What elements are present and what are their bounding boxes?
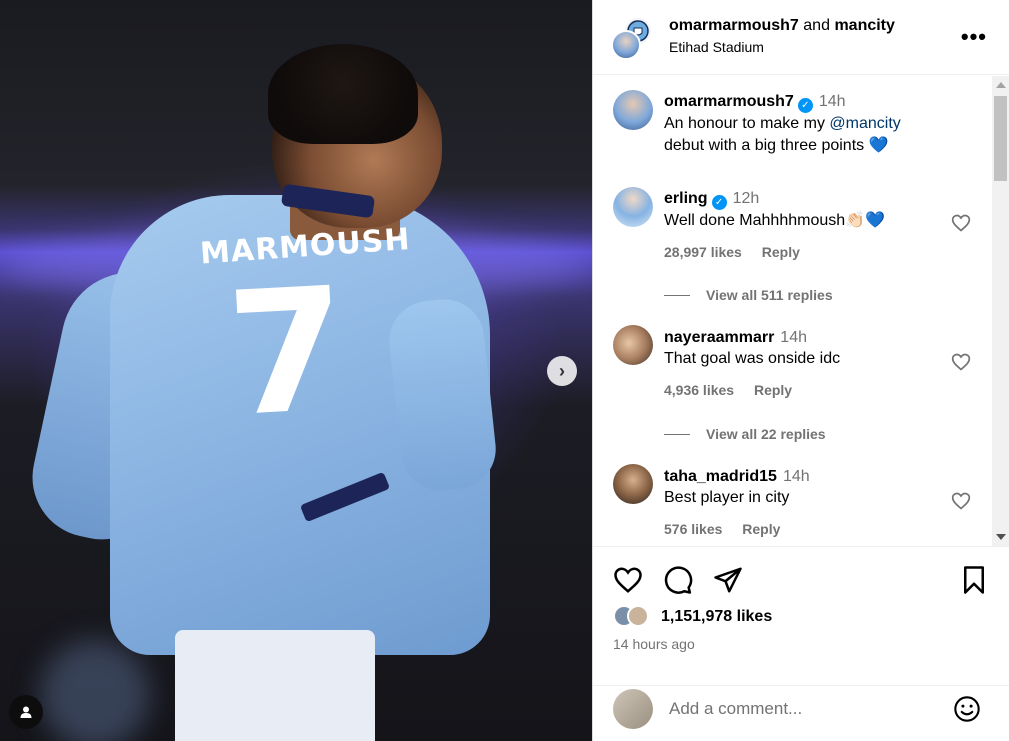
liker-avatar <box>627 605 649 627</box>
current-user-avatar <box>613 689 653 729</box>
comments-scrollbar[interactable] <box>992 76 1009 546</box>
comment-likes[interactable]: 576 likes <box>664 521 722 537</box>
scroll-down-icon[interactable] <box>996 534 1006 540</box>
post-image[interactable]: MARMOUSH 7 › <box>0 0 592 741</box>
comment-likes[interactable]: 4,936 likes <box>664 382 734 398</box>
carousel-next-button[interactable]: › <box>547 356 577 386</box>
comments-section: omarmarmoush7 ✓ 14h An honour to make my @… <box>593 76 1009 546</box>
player-shorts <box>175 630 375 741</box>
comment-icon[interactable] <box>663 565 693 595</box>
comment-likes[interactable]: 28,997 likes <box>664 244 742 260</box>
post-panel: omarmarmoush7 and mancity Etihad Stadium… <box>592 0 1009 741</box>
divider-line <box>664 433 690 435</box>
like-icon[interactable] <box>613 565 643 595</box>
view-replies-label: View all 511 replies <box>706 287 833 303</box>
posted-time[interactable]: 14 hours ago <box>613 636 695 652</box>
comment-avatar[interactable] <box>613 464 653 504</box>
comment-time[interactable]: 14h <box>783 468 810 485</box>
caption-avatar[interactable] <box>613 90 653 130</box>
reply-button[interactable]: Reply <box>762 244 800 260</box>
jersey-number: 7 <box>222 251 352 455</box>
scroll-up-icon[interactable] <box>996 82 1006 88</box>
header-conjunction: and <box>803 17 830 34</box>
comment: taha_madrid15 14h Best player in city 576… <box>664 467 954 537</box>
comment: erling ✓ 12h Well done Mahhhhmoush👏🏻💙 28,9… <box>664 189 954 260</box>
caption-time[interactable]: 14h <box>819 93 846 110</box>
caption-text-part: An honour to make my <box>664 115 830 132</box>
view-replies-button[interactable]: View all 22 replies <box>664 426 826 442</box>
more-options-button[interactable]: ••• <box>961 24 987 50</box>
location-link[interactable]: Etihad Stadium <box>669 39 895 55</box>
comment-input[interactable] <box>669 698 939 720</box>
chevron-right-icon: › <box>559 360 565 381</box>
comment-text: That goal was onside idc <box>664 350 841 367</box>
background-figure <box>40 640 150 741</box>
header-users: omarmarmoush7 and mancity <box>669 17 895 35</box>
comment-time[interactable]: 14h <box>780 329 807 346</box>
comment-bar <box>593 685 1009 741</box>
caption-text-part: debut with a big three points 💙 <box>664 137 889 154</box>
comment: nayeraammarr 14h That goal was onside idc… <box>664 328 954 398</box>
liker-avatars[interactable] <box>613 605 657 629</box>
comment-avatar[interactable] <box>613 325 653 365</box>
emoji-icon[interactable] <box>953 695 981 723</box>
heart-icon[interactable] <box>951 491 971 511</box>
comment-time[interactable]: 12h <box>733 190 760 207</box>
omarmarmoush7-avatar[interactable] <box>611 30 641 60</box>
header-user-link[interactable]: omarmarmoush7 <box>669 17 799 34</box>
scrollbar-thumb[interactable] <box>994 96 1007 181</box>
caption: omarmarmoush7 ✓ 14h An honour to make my @… <box>664 92 954 157</box>
header-text: omarmarmoush7 and mancity Etihad Stadium <box>669 17 895 55</box>
caption-text: An honour to make my @mancity debut with… <box>664 113 954 157</box>
comment-username[interactable]: erling <box>664 190 708 207</box>
comment-username[interactable]: taha_madrid15 <box>664 468 777 485</box>
author-avatars[interactable] <box>611 16 655 60</box>
comment-text: Well done Mahhhhmoush👏🏻💙 <box>664 212 885 229</box>
player-hair <box>268 44 418 144</box>
caption-username[interactable]: omarmarmoush7 <box>664 93 794 110</box>
divider-line <box>664 294 690 296</box>
reply-button[interactable]: Reply <box>754 382 792 398</box>
tagged-users-button[interactable] <box>9 695 43 729</box>
reply-button[interactable]: Reply <box>742 521 780 537</box>
likes-row: 1,151,978 likes <box>613 605 772 629</box>
likes-count[interactable]: 1,151,978 likes <box>661 608 772 626</box>
view-replies-label: View all 22 replies <box>706 426 826 442</box>
heart-icon[interactable] <box>951 352 971 372</box>
comment-username[interactable]: nayeraammarr <box>664 329 774 346</box>
user-icon <box>20 706 32 718</box>
heart-icon[interactable] <box>951 213 971 233</box>
comment-text: Best player in city <box>664 489 790 506</box>
comment-meta: 4,936 likes Reply <box>664 382 954 398</box>
share-icon[interactable] <box>713 565 743 595</box>
ellipsis-icon: ••• <box>960 24 987 49</box>
comment-meta: 28,997 likes Reply <box>664 244 954 260</box>
header-collab-link[interactable]: mancity <box>834 17 894 34</box>
mention-link[interactable]: @mancity <box>829 115 900 132</box>
view-replies-button[interactable]: View all 511 replies <box>664 287 833 303</box>
post-actions: 1,151,978 likes 14 hours ago <box>593 546 1009 741</box>
verified-badge-icon: ✓ <box>711 195 727 210</box>
post-header: omarmarmoush7 and mancity Etihad Stadium… <box>593 0 1009 75</box>
verified-badge-icon: ✓ <box>797 98 813 113</box>
bookmark-icon[interactable] <box>959 565 989 595</box>
comment-avatar[interactable] <box>613 187 653 227</box>
comment-meta: 576 likes Reply <box>664 521 954 537</box>
